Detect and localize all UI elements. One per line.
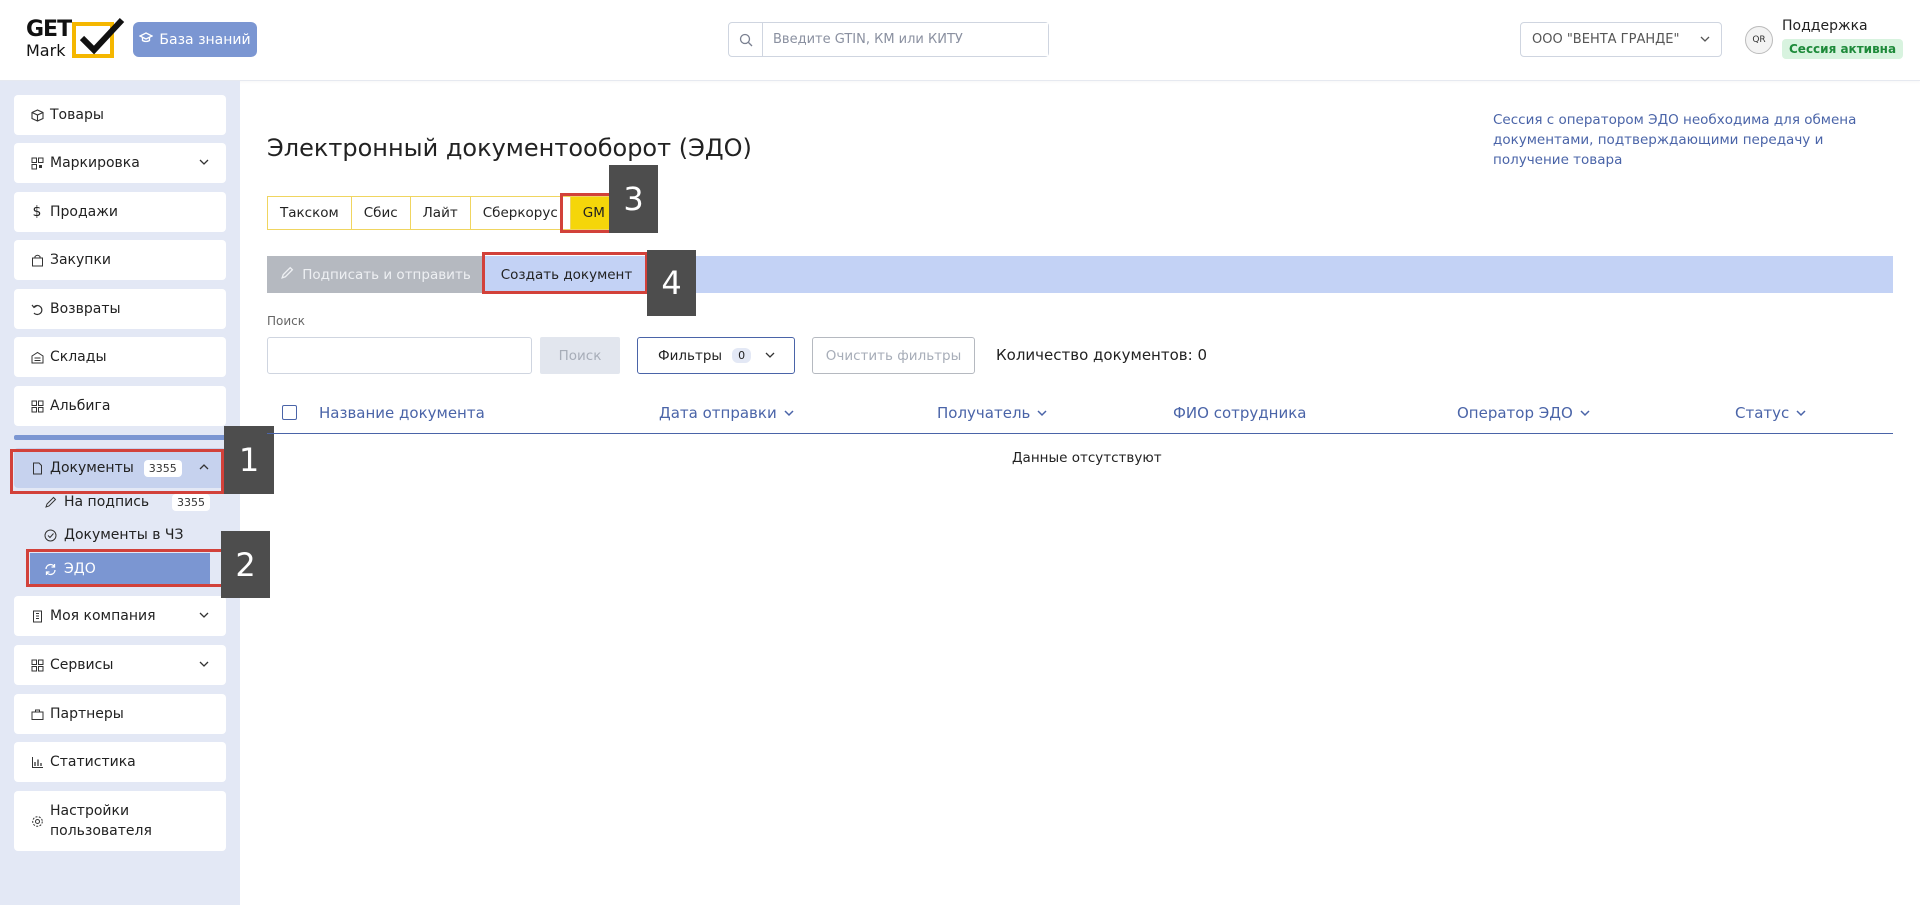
chevron-down-icon [1700,36,1710,42]
sidebar-item-my-company[interactable]: Моя компания [14,596,226,636]
box-icon [30,108,44,122]
bag-icon [30,253,44,267]
tab-taxcom[interactable]: Такском [267,196,352,230]
sidebar-item-products[interactable]: Товары [14,95,226,135]
chevron-down-icon [199,661,209,667]
filters-button[interactable]: Фильтры 0 [637,337,795,374]
empty-table-message: Данные отсутствуют [1012,450,1162,466]
briefcase-icon [30,707,44,721]
tab-sberkorus[interactable]: Сберкорус [470,196,571,230]
top-header: GET Mark База знаний ООО "ВЕНТА ГРАНДЕ" … [0,0,1920,81]
chevron-down-icon [765,352,775,358]
logo-check-icon [79,17,125,55]
sidebar-item-purchases[interactable]: Закупки [14,240,226,280]
search-button[interactable]: Поиск [540,337,620,374]
sidebar-item-services[interactable]: Сервисы [14,645,226,685]
global-search[interactable] [728,22,1049,57]
sidebar-subitem-docs-chz[interactable]: Документы в ЧЗ [30,520,210,550]
building-icon [30,609,44,623]
column-document-name[interactable]: Название документа [319,404,485,422]
to-sign-count-badge: 3355 [172,493,210,511]
tab-lite[interactable]: Лайт [410,196,471,230]
document-search-input[interactable] [267,337,532,374]
annotation-number-1: 1 [224,426,274,494]
knowledge-base-button[interactable]: База знаний [133,22,257,57]
chevron-down-icon [1796,410,1806,417]
select-all-checkbox[interactable] [282,405,297,420]
annotation-highlight-2 [26,549,224,587]
gear-icon [30,814,44,828]
sidebar-item-statistics[interactable]: Статистика [14,742,226,782]
pen-icon [44,496,58,509]
sidebar-item-sales[interactable]: $ Продажи [14,192,226,232]
column-edo-operator[interactable]: Оператор ЭДО [1457,404,1591,422]
search-label: Поиск [267,314,306,328]
column-employee-name[interactable]: ФИО сотрудника [1173,404,1306,422]
sidebar-item-warehouses[interactable]: Склады [14,337,226,377]
documents-section-bar [14,435,226,440]
services-icon [30,658,44,672]
search-icon [729,23,763,56]
table-header: Название документа Дата отправки Получат… [267,398,1893,434]
sidebar-item-user-settings[interactable]: Настройки пользователя [14,791,226,851]
dollar-icon: $ [32,204,42,220]
documents-count: Количество документов: 0 [996,346,1207,364]
return-icon [30,302,44,316]
annotation-number-2: 2 [221,531,270,598]
chevron-down-icon [784,410,794,417]
warehouse-icon [30,350,44,364]
chevron-down-icon [199,159,209,165]
qr-icon [30,156,44,170]
column-send-date[interactable]: Дата отправки [659,404,795,422]
sidebar-item-returns[interactable]: Возвраты [14,289,226,329]
column-recipient[interactable]: Получатель [937,404,1048,422]
sidebar-item-albiga[interactable]: Альбига [14,386,226,426]
grid-icon [30,399,44,413]
pen-icon [280,266,294,284]
getmark-logo[interactable]: GET Mark [26,18,125,62]
annotation-number-3: 3 [609,165,658,233]
check-circle-icon [44,529,58,542]
annotation-number-4: 4 [647,250,696,316]
sidebar-item-partners[interactable]: Партнеры [14,694,226,734]
avatar[interactable]: QR [1745,26,1773,54]
sidebar-item-marking[interactable]: Маркировка [14,143,226,183]
chevron-down-icon [1037,410,1047,417]
clear-filters-button[interactable]: Очистить фильтры [812,337,975,374]
filters-count-badge: 0 [732,348,752,363]
session-status-badge: Сессия активна [1782,39,1904,59]
global-search-input[interactable] [763,23,1048,56]
chart-icon [30,755,44,769]
column-status[interactable]: Статус [1735,404,1807,422]
chevron-down-icon [1580,410,1590,417]
annotation-highlight-1 [10,449,224,494]
sign-and-send-button[interactable]: Подписать и отправить [267,256,484,293]
tab-sbis[interactable]: Сбис [351,196,411,230]
page-title: Электронный документооборот (ЭДО) [267,134,752,162]
session-info-text: Сессия с оператором ЭДО необходима для о… [1493,112,1857,168]
annotation-highlight-3 [560,193,612,233]
graduation-cap-icon [138,31,154,48]
chevron-down-icon [199,612,209,618]
annotation-highlight-4 [482,252,648,294]
support-link[interactable]: Поддержка [1782,18,1868,34]
company-select[interactable]: ООО "ВЕНТА ГРАНДЕ" [1520,22,1722,57]
